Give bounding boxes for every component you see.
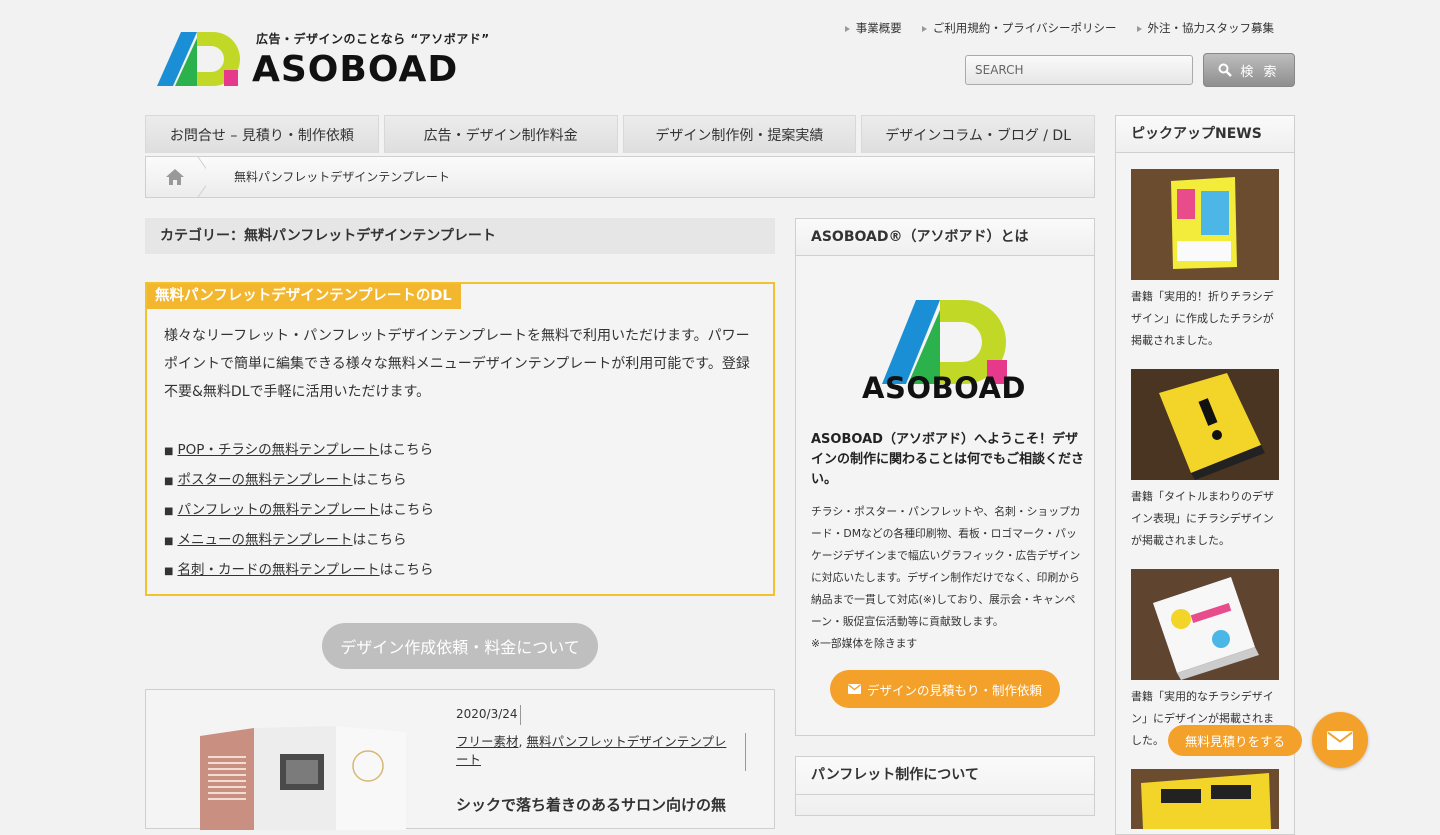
top-link-terms[interactable]: ご利用規約・プライバシーポリシー xyxy=(921,20,1117,36)
search-icon xyxy=(1218,63,1233,77)
triangle-right-icon xyxy=(921,25,927,32)
breadcrumb-home[interactable] xyxy=(146,156,213,198)
about-logo-word: ASOBOAD xyxy=(862,371,1026,405)
top-link-about[interactable]: 事業概要 xyxy=(844,20,902,36)
breadcrumb-current: 無料パンフレットデザインテンプレート xyxy=(234,170,450,184)
news-text[interactable]: 書籍「実用的！折りチラシデザイン」に作成したチラシが掲載されました。 xyxy=(1131,286,1281,352)
news-image[interactable] xyxy=(1131,769,1279,829)
book-image xyxy=(1131,769,1279,829)
divider xyxy=(520,705,521,725)
triangle-right-icon xyxy=(844,25,850,32)
dl-box-label: 無料パンフレットデザインテンプレートのDL xyxy=(147,284,461,309)
dl-link-list: POP・チラシの無料テンプレートはこちら ポスターの無料テンプレートはこちら パ… xyxy=(164,436,434,586)
pickup-heading: ピックアップNEWS xyxy=(1116,116,1294,153)
divider xyxy=(745,733,746,771)
page-title: カテゴリー：無料パンフレットデザインテンプレート xyxy=(145,218,775,254)
about-body: チラシ・ポスター・パンフレットや、名刺・ショップカード・DMなどの各種印刷物、看… xyxy=(811,501,1086,655)
dl-box-text: 様々なリーフレット・パンフレットデザインテンプレートを無料で利用いただけます。パ… xyxy=(164,328,750,400)
list-item: POP・チラシの無料テンプレートはこちら xyxy=(164,436,434,466)
template-link-poster[interactable]: ポスターの無料テンプレート xyxy=(177,472,352,488)
list-item: ポスターの無料テンプレートはこちら xyxy=(164,466,434,496)
mail-contact-button[interactable] xyxy=(1312,712,1368,768)
design-request-button[interactable]: デザイン作成依頼・料金について xyxy=(322,623,598,669)
top-links: 事業概要 ご利用規約・プライバシーポリシー 外注・協力スタッフ募集 xyxy=(844,20,1274,36)
logo-mark-icon xyxy=(157,32,240,86)
book-image xyxy=(1131,369,1279,480)
about-note: ※一部媒体を除きます xyxy=(811,637,918,650)
news-image[interactable] xyxy=(1131,569,1279,680)
divider xyxy=(796,794,1094,795)
breadcrumb: 無料パンフレットデザインテンプレート xyxy=(145,156,1095,198)
post-date: 2020/3/24 xyxy=(456,707,518,721)
top-link-recruit[interactable]: 外注・協力スタッフ募集 xyxy=(1136,20,1274,36)
site-tagline: 広告・デザインのことなら “アソボアド” xyxy=(256,32,490,46)
nav-item-contact[interactable]: お問合せ – 見積り・制作依頼 xyxy=(145,115,379,153)
triangle-right-icon xyxy=(1136,25,1142,32)
list-item: パンフレットの無料テンプレートはこちら xyxy=(164,496,433,526)
main-nav: お問合せ – 見積り・制作依頼 広告・デザイン制作料金 デザイン制作例・提案実績… xyxy=(145,115,1095,153)
envelope-icon xyxy=(847,684,861,694)
template-link-menu[interactable]: メニューの無料テンプレート xyxy=(177,532,352,548)
list-item: 名刺・カードの無料テンプレートはこちら xyxy=(164,556,434,586)
nav-item-works[interactable]: デザイン制作例・提案実績 xyxy=(622,115,857,153)
about-lead: ASOBOAD（アソボアド）へようこそ！デザインの制作に関わることは何でもご相談… xyxy=(811,432,1085,487)
envelope-icon xyxy=(1327,730,1353,750)
dl-box: 無料パンフレットデザインテンプレートのDL 様々なリーフレット・パンフレットデザ… xyxy=(145,282,775,596)
nav-item-column[interactable]: デザインコラム・ブログ / DL xyxy=(861,115,1095,153)
list-item: メニューの無料テンプレートはこちら xyxy=(164,526,434,556)
book-image xyxy=(1131,569,1279,680)
post-title[interactable]: シックで落ち着きのあるサロン向けの無 xyxy=(456,794,726,815)
book-image xyxy=(1131,169,1279,280)
nav-item-price[interactable]: 広告・デザイン制作料金 xyxy=(383,115,618,153)
template-link-pamphlet[interactable]: パンフレットの無料テンプレート xyxy=(177,502,379,518)
post-card[interactable]: 2020/3/24 フリー素材, 無料パンフレットデザインテンプレート シックで… xyxy=(145,689,775,830)
post-category-link[interactable]: フリー素材 xyxy=(456,734,519,749)
site-logo-word[interactable]: ASOBOAD xyxy=(252,50,458,90)
pamphlet-widget: パンフレット制作について xyxy=(795,756,1095,816)
post-thumbnail[interactable] xyxy=(196,726,416,830)
search-button[interactable]: 検 索 xyxy=(1203,53,1295,87)
news-text[interactable]: 書籍「タイトルまわりのデザイン表現」にチラシデザインが掲載されました。 xyxy=(1131,486,1281,552)
news-image[interactable] xyxy=(1131,369,1279,480)
post-categories: フリー素材, 無料パンフレットデザインテンプレート xyxy=(456,734,727,767)
about-widget: ASOBOAD®（アソボアド）とは ASOBOAD ASOBOAD（アソボアド）… xyxy=(795,218,1095,736)
news-image[interactable] xyxy=(1131,169,1279,280)
pamphlet-heading: パンフレット制作について xyxy=(811,767,979,783)
template-link-pop[interactable]: POP・チラシの無料テンプレート xyxy=(177,442,379,458)
free-estimate-button[interactable]: 無料見積りをする xyxy=(1168,725,1302,756)
about-heading: ASOBOAD®（アソボアド）とは xyxy=(796,219,1094,256)
home-icon xyxy=(166,156,213,198)
estimate-request-button[interactable]: デザインの見積もり・制作依頼 xyxy=(830,670,1060,708)
template-link-card[interactable]: 名刺・カードの無料テンプレート xyxy=(177,562,379,578)
search-input[interactable]: SEARCH xyxy=(965,55,1193,85)
